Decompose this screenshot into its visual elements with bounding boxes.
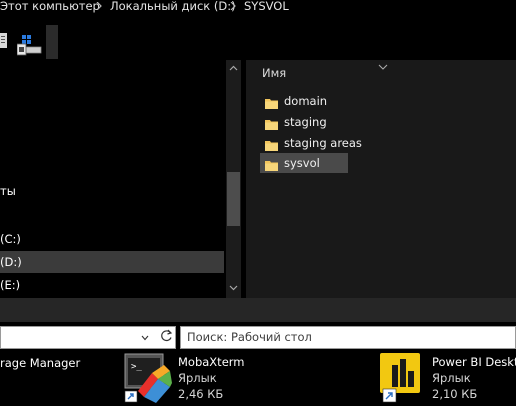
sort-chevron-icon[interactable] [378,60,388,70]
folder-icon [265,157,278,171]
breadcrumb: Этот компьютер Локальный диск (D:) SYSVO… [0,0,516,24]
desktop-item-type: Ярлык [178,371,217,385]
nav-item-label: (D:) [0,255,22,269]
column-header-name[interactable]: Имя [262,66,286,80]
file-name: sysvol [284,156,320,170]
file-row-sysvol[interactable]: sysvol [260,153,348,173]
nav-item-drive-d[interactable]: (D:) [0,251,224,273]
nav-scrollbar[interactable] [226,60,241,298]
navigation-pane: ты (C:) (D:) (E:) [0,60,224,298]
file-name: domain [284,94,328,108]
desktop-item-size: 2,46 КБ [178,387,224,401]
file-row-staging[interactable]: staging [260,112,360,132]
toolbar-partial-icon[interactable] [0,33,8,49]
toolbar-divider [46,25,58,59]
svg-text:>_: >_ [131,362,142,372]
file-list-pane: Имя domain staging staging areas sysvol [246,60,516,298]
desktop-item-type: Ярлык [432,371,471,385]
status-bar [0,298,516,322]
scrollbar-thumb[interactable] [227,172,240,226]
file-name: staging areas [284,136,362,150]
desktop-item-size: 2,10 КБ [432,387,478,401]
nav-item-label: ты [0,184,16,198]
mobaxterm-icon[interactable]: >_ [124,353,174,403]
nav-item-drive-e[interactable]: (E:) [0,275,224,295]
scroll-down-icon[interactable] [228,282,239,293]
file-name: staging [284,115,327,129]
desktop-item-title[interactable]: MobaXterm [178,355,245,369]
address-dropdown-icon[interactable] [141,332,149,342]
nav-item-desktop[interactable]: ты [0,180,224,202]
nav-item-drive-c[interactable]: (C:) [0,228,224,250]
address-bar[interactable] [0,326,176,349]
search-placeholder: Поиск: Рабочий стол [187,330,312,344]
folder-icon [265,95,278,109]
refresh-icon[interactable] [160,329,173,344]
folder-icon [265,137,278,151]
file-row-staging-areas[interactable]: staging areas [260,133,362,153]
scroll-up-icon[interactable] [228,63,239,74]
breadcrumb-separator-icon[interactable] [96,2,102,10]
file-row-domain[interactable]: domain [260,91,360,111]
desktop-item-title[interactable]: rage Manager [0,356,80,370]
nav-item-label: (C:) [0,232,21,246]
breadcrumb-this-pc[interactable]: Этот компьютер [0,0,100,13]
search-input[interactable]: Поиск: Рабочий стол [180,326,516,349]
nav-item-label: (E:) [0,278,21,292]
drive-icon[interactable] [16,35,43,57]
folder-icon [265,116,278,130]
breadcrumb-separator-icon[interactable] [230,2,236,10]
breadcrumb-sysvol[interactable]: SYSVOL [244,0,289,13]
breadcrumb-local-disk-d[interactable]: Локальный диск (D:) [110,0,236,13]
desktop-item-title[interactable]: Power BI Deskto [432,355,516,369]
power-bi-icon[interactable] [380,353,426,403]
